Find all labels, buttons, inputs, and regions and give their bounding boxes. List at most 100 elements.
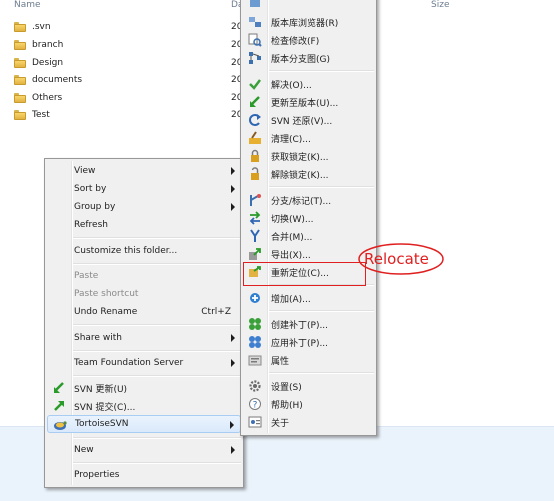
submenu-item-svn-revert[interactable]: SVN 还原(V)...	[243, 111, 374, 129]
menu-item-sort-by[interactable]: Sort by	[47, 180, 241, 198]
submenu-item-repo-browser[interactable]: 版本库浏览器(R)	[243, 13, 374, 31]
menu-separator	[269, 372, 374, 374]
menu-item-paste-shortcut[interactable]: Paste shortcut	[47, 285, 241, 303]
menu-item-label: SVN 还原(V)...	[271, 116, 333, 127]
cleanup-icon	[249, 131, 261, 144]
menu-separator	[73, 462, 241, 464]
add-icon	[250, 293, 260, 303]
submenu-arrow-icon	[231, 334, 235, 342]
file-name: .svn	[32, 22, 51, 32]
menu-item-label: Paste	[74, 271, 99, 281]
submenu-item-help[interactable]: ? 帮助(H)	[243, 395, 374, 413]
column-header-size[interactable]: Size	[431, 0, 449, 10]
submenu-item-update-to-revision[interactable]: 更新至版本(U)...	[243, 93, 374, 111]
folder-icon	[14, 22, 26, 32]
menu-item-undo-rename[interactable]: Undo Rename Ctrl+Z	[47, 303, 241, 321]
file-row-svn[interactable]: .svn	[14, 19, 51, 35]
menu-item-label: Properties	[74, 470, 120, 480]
check-modifications-icon	[248, 33, 262, 47]
folder-icon	[14, 40, 26, 50]
file-row-design[interactable]: Design	[14, 55, 63, 71]
menu-item-label: 创建补丁(P)...	[271, 320, 329, 331]
submenu-item-merge[interactable]: 合并(M)...	[243, 227, 374, 245]
submenu-item-get-lock[interactable]: 获取锁定(K)...	[243, 147, 374, 165]
svg-text:?: ?	[253, 401, 258, 411]
file-row-documents[interactable]: documents	[14, 72, 82, 88]
submenu-arrow-icon	[231, 446, 235, 454]
menu-item-team-foundation-server[interactable]: Team Foundation Server	[47, 354, 241, 372]
menu-item-label: 属性	[271, 356, 290, 367]
file-row-others[interactable]: Others	[14, 90, 62, 106]
submenu-item-resolve[interactable]: 解决(O)...	[243, 75, 374, 93]
file-name: Test	[32, 110, 50, 120]
submenu-item-cleanup[interactable]: 清理(C)...	[243, 129, 374, 147]
menu-separator	[73, 375, 241, 377]
menu-separator	[73, 350, 241, 352]
menu-item-group-by[interactable]: Group by	[47, 198, 241, 216]
menu-item-view[interactable]: View	[47, 162, 241, 180]
submenu-item-switch[interactable]: 切换(W)...	[243, 209, 374, 227]
menu-item-label: 关于	[271, 418, 290, 429]
create-patch-icon	[249, 318, 261, 330]
menu-item-label: Undo Rename	[74, 307, 138, 317]
submenu-item-check-modifications[interactable]: 检查修改(F)	[243, 31, 374, 49]
submenu-item-apply-patch[interactable]: 应用补丁(P)...	[243, 333, 374, 351]
branch-tag-icon	[250, 194, 261, 206]
menu-item-label: 版本库浏览器(R)	[271, 18, 339, 29]
folder-icon	[14, 58, 26, 68]
submenu-arrow-icon	[231, 203, 235, 211]
menu-item-properties[interactable]: Properties	[47, 466, 241, 484]
submenu-item-cut-off[interactable]	[243, 0, 374, 11]
submenu-item-about[interactable]: 关于	[243, 413, 374, 431]
repo-browser-icon	[249, 17, 261, 27]
revert-icon	[249, 114, 261, 126]
about-icon	[248, 416, 262, 428]
file-row-branch[interactable]: branch	[14, 37, 63, 53]
menu-item-label: Refresh	[74, 220, 108, 230]
submenu-arrow-icon	[231, 185, 235, 193]
menu-item-label: 切换(W)...	[271, 214, 314, 225]
submenu-item-release-lock[interactable]: 解除锁定(K)...	[243, 165, 374, 183]
menu-separator	[269, 310, 374, 312]
folder-icon	[14, 93, 26, 103]
menu-item-label: 帮助(H)	[271, 400, 303, 411]
menu-item-customize-folder[interactable]: Customize this folder...	[47, 242, 241, 260]
menu-item-share-with[interactable]: Share with	[47, 329, 241, 347]
menu-item-label: 版本分支图(G)	[271, 54, 330, 65]
export-icon	[249, 248, 261, 260]
submenu-item-create-patch[interactable]: 创建补丁(P)...	[243, 315, 374, 333]
menu-item-new[interactable]: New	[47, 441, 241, 459]
submenu-item-properties[interactable]: 属性	[243, 351, 374, 369]
submenu-item-branch-tag[interactable]: 分支/标记(T)...	[243, 191, 374, 209]
menu-item-label: 应用补丁(P)...	[271, 338, 329, 349]
menu-separator	[269, 70, 374, 72]
menu-item-refresh[interactable]: Refresh	[47, 216, 241, 234]
file-name: Design	[32, 58, 64, 68]
submenu-arrow-icon	[231, 359, 235, 367]
menu-item-label: TortoiseSVN	[75, 419, 129, 429]
svn-commit-icon	[54, 401, 64, 411]
menu-item-tortoisesvn[interactable]: TortoiseSVN	[47, 415, 241, 433]
submenu-item-settings[interactable]: 设置(S)	[243, 377, 374, 395]
file-row-test[interactable]: Test	[14, 107, 50, 123]
submenu-item-add[interactable]: 增加(A)...	[243, 289, 374, 307]
menu-item-shortcut: Ctrl+Z	[201, 307, 231, 317]
lock-icon	[251, 149, 259, 162]
menu-item-label: 导出(X)...	[271, 250, 311, 261]
unlock-icon	[251, 167, 259, 180]
menu-separator	[73, 237, 241, 239]
menu-item-label: Paste shortcut	[74, 289, 139, 299]
menu-item-svn-update[interactable]: SVN 更新(U)	[47, 379, 241, 397]
menu-item-label: 解除锁定(K)...	[271, 170, 329, 181]
folder-icon	[14, 75, 26, 85]
column-header-name[interactable]: Name	[14, 0, 41, 10]
menu-item-label: SVN 提交(C)...	[74, 402, 136, 413]
menu-item-svn-commit[interactable]: SVN 提交(C)...	[47, 397, 241, 415]
submenu-item-revision-graph[interactable]: 版本分支图(G)	[243, 49, 374, 67]
menu-item-label: 检查修改(F)	[271, 36, 320, 47]
submenu-arrow-icon	[231, 167, 235, 175]
menu-separator	[73, 263, 241, 265]
submenu-item-export[interactable]: 导出(X)...	[243, 245, 374, 263]
menu-item-paste[interactable]: Paste	[47, 267, 241, 285]
menu-item-label: New	[74, 445, 94, 455]
